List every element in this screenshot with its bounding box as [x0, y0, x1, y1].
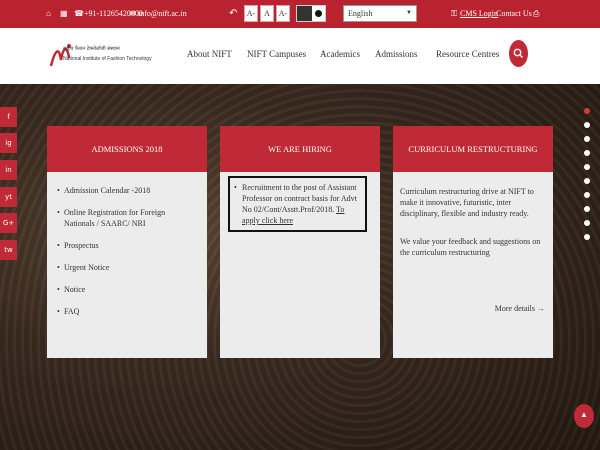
hiring-card-title: WE ARE HIRING [220, 126, 380, 172]
language-value: English [348, 9, 373, 18]
top-bar: ⌂ ▦ ☎ +91-11265420000 ✉ info@nift.ac.in … [0, 0, 600, 28]
more-details-link[interactable]: More details → [495, 304, 545, 313]
twitter-icon[interactable]: tw [0, 240, 17, 260]
nav-academics[interactable]: Academics [320, 28, 360, 84]
logo-english-text: National Institute of Fashion Technology [63, 56, 152, 62]
contact-us-link[interactable]: Contact Us [496, 0, 532, 28]
language-select[interactable]: English ▼ [343, 5, 417, 22]
font-increase-button[interactable]: A- [276, 5, 290, 22]
slide-dot-8[interactable] [584, 206, 590, 212]
linkedin-icon[interactable]: in [0, 160, 17, 180]
font-decrease-button[interactable]: A- [244, 5, 258, 22]
admissions-item-calendar[interactable]: Admission Calendar -2018 [57, 185, 197, 196]
slide-dot-9[interactable] [584, 220, 590, 226]
slide-dot-3[interactable] [584, 136, 590, 142]
nift-logo-mark [49, 44, 71, 67]
slide-dot-5[interactable] [584, 164, 590, 170]
slide-dot-4[interactable] [584, 150, 590, 156]
admissions-item-urgent-notice[interactable]: Urgent Notice [57, 262, 197, 273]
font-normal-button[interactable]: A [260, 5, 274, 22]
facebook-icon[interactable]: f [0, 107, 17, 127]
instagram-icon[interactable]: ig [0, 133, 17, 153]
slide-dot-7[interactable] [584, 192, 590, 198]
back-icon[interactable]: ↶ [229, 0, 237, 28]
nav-resource-centres[interactable]: Resource Centres [436, 28, 499, 84]
phone-icon: ☎ [74, 9, 84, 18]
admissions-item-faq[interactable]: FAQ [57, 306, 197, 317]
slide-dot-1[interactable] [584, 108, 590, 114]
arrow-right-icon: → [537, 304, 545, 313]
chevron-up-icon: ▲ [580, 410, 588, 419]
home-icon[interactable]: ⌂ [46, 0, 51, 28]
slide-dot-6[interactable] [584, 178, 590, 184]
curriculum-feedback[interactable]: We value your feedback and suggestions o… [400, 236, 545, 258]
lock-icon: ⚿ [451, 9, 458, 18]
admissions-item-online-registration[interactable]: Online Registration for Foreign National… [57, 207, 197, 229]
search-button[interactable] [509, 40, 528, 67]
email-link[interactable]: info@nift.ac.in [138, 0, 187, 28]
admissions-list: Admission Calendar -2018 Online Registra… [57, 185, 197, 317]
admissions-card: ADMISSIONS 2018 Admission Calendar -2018… [47, 126, 207, 358]
hiring-card: WE ARE HIRING Recruitment to the post of… [220, 126, 380, 358]
admissions-item-notice[interactable]: Notice [57, 284, 197, 295]
scroll-top-button[interactable]: ▲ [574, 404, 594, 428]
sitemap-icon[interactable]: ▦ [60, 0, 68, 28]
slide-dot-2[interactable] [584, 122, 590, 128]
admissions-item-prospectus[interactable]: Prospectus [57, 240, 197, 251]
contrast-dark-swatch [297, 6, 312, 21]
print-icon[interactable]: ⎙ [533, 0, 539, 28]
cms-login-link[interactable]: CMS Login [460, 0, 498, 28]
contrast-dot [315, 10, 322, 17]
slide-dot-10[interactable] [584, 234, 590, 240]
curriculum-card: CURRICULUM RESTRUCTURING Curriculum rest… [393, 126, 553, 358]
logo-hindi-text: राष्ट्रीय फैशन टेक्नोलॉजी संस्थान [63, 46, 120, 52]
nav-nift-campuses[interactable]: NIFT Campuses [247, 28, 306, 84]
contrast-toggle[interactable] [296, 5, 326, 22]
admissions-card-title: ADMISSIONS 2018 [47, 126, 207, 172]
curriculum-description: Curriculum restructuring drive at NIFT t… [400, 187, 534, 218]
more-details-label: More details [494, 304, 535, 313]
search-icon [513, 48, 523, 58]
nav-about-nift[interactable]: About NIFT [187, 28, 232, 84]
hiring-notice[interactable]: Recruitment to the post of Assistant Pro… [228, 176, 367, 232]
curriculum-card-title: CURRICULUM RESTRUCTURING [393, 126, 553, 172]
header: राष्ट्रीय फैशन टेक्नोलॉजी संस्थान Nation… [0, 28, 600, 84]
chevron-down-icon: ▼ [406, 10, 412, 16]
youtube-icon[interactable]: yt [0, 187, 17, 207]
google-plus-icon[interactable]: G+ [0, 213, 17, 233]
nav-admissions[interactable]: Admissions [375, 28, 418, 84]
email-icon: ✉ [129, 9, 136, 18]
